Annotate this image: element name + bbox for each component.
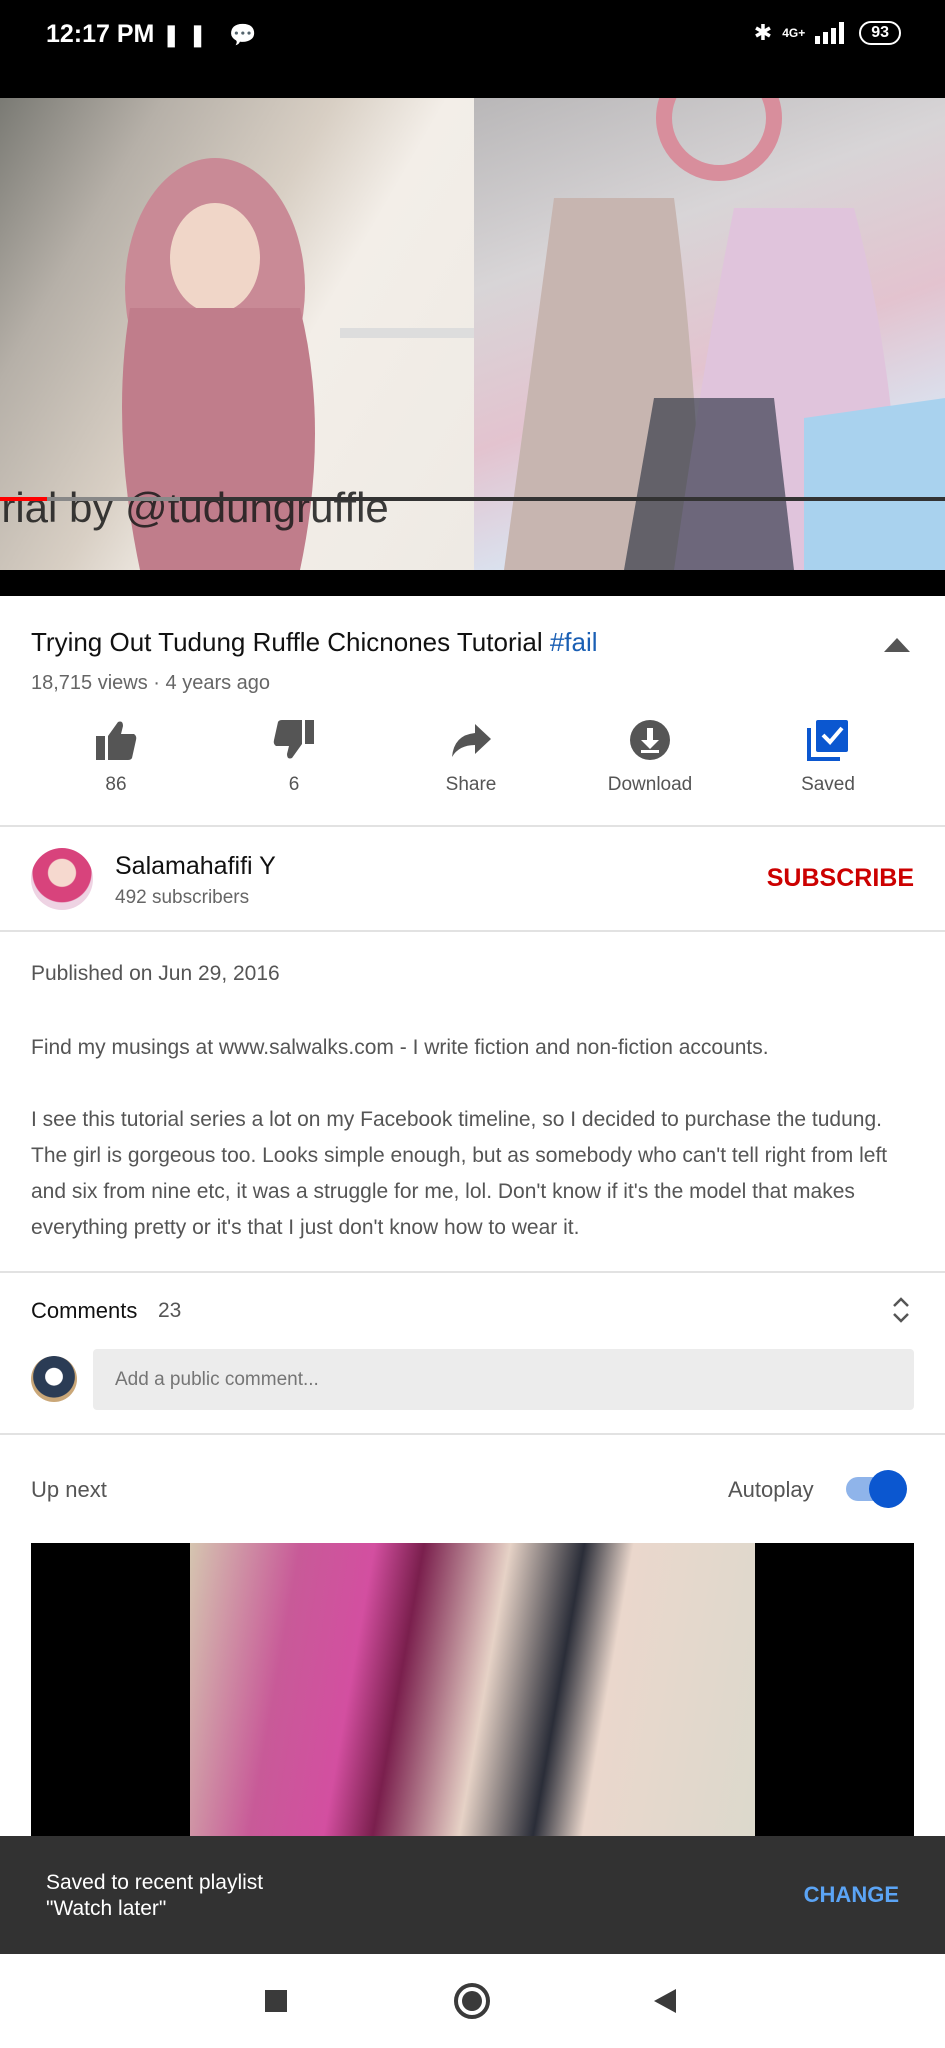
- video-title-text: Trying Out Tudung Ruffle Chicnones Tutor…: [31, 627, 543, 657]
- autoplay-label: Autoplay: [728, 1477, 814, 1502]
- status-bar: 12:17 PM ❚❚ 💬 ✱ 4G+ 93: [0, 0, 945, 98]
- description-paragraph-2: I see this tutorial series a lot on my F…: [31, 1108, 888, 1239]
- status-right-icons: ✱ 4G+ 93: [754, 20, 901, 46]
- subscriber-count: 492 subscribers: [115, 887, 250, 908]
- video-title: Trying Out Tudung Ruffle Chicnones Tutor…: [31, 624, 891, 660]
- channel-avatar[interactable]: [31, 848, 93, 910]
- divider: [0, 1271, 945, 1273]
- published-date: Published on Jun 29, 2016: [31, 962, 280, 985]
- signal-icon: [815, 22, 845, 44]
- chat-icon: 💬: [229, 22, 265, 47]
- up-next-thumbnail-image: [190, 1543, 755, 1836]
- description-paragraph-1: Find my musings at www.salwalks.com - I …: [31, 1036, 769, 1059]
- saved-playlist-icon: [807, 720, 848, 761]
- pause-icon: ❚❚: [162, 22, 215, 47]
- video-progress-fill: [0, 497, 48, 501]
- comments-count: 23: [158, 1299, 182, 1322]
- status-time: 12:17 PM: [46, 20, 155, 48]
- dislike-count: 6: [288, 774, 300, 795]
- autoplay-toggle-knob[interactable]: [869, 1470, 907, 1508]
- channel-name[interactable]: Salamahafifi Y: [115, 852, 276, 881]
- saved-label: Saved: [801, 774, 855, 795]
- action-bar: 86 6 Share Download Saved: [0, 718, 945, 808]
- divider: [0, 825, 945, 827]
- recents-icon[interactable]: [265, 1990, 287, 2012]
- subscribe-button[interactable]: SUBSCRIBE: [767, 864, 914, 893]
- share-label: Share: [445, 774, 497, 795]
- download-icon: [630, 720, 670, 760]
- like-button[interactable]: 86: [56, 718, 176, 796]
- snackbar-change-button[interactable]: CHANGE: [804, 1882, 899, 1908]
- view-count: 18,715 views · 4 years ago: [31, 672, 271, 694]
- expand-comments-icon[interactable]: [892, 1295, 910, 1325]
- saved-button[interactable]: Saved: [768, 718, 888, 796]
- thumbs-up-icon: [96, 721, 137, 760]
- hashtag-link[interactable]: #fail: [550, 627, 598, 657]
- network-type: 4G+: [782, 26, 806, 40]
- thumbs-down-icon: [273, 720, 314, 759]
- share-button[interactable]: Share: [411, 718, 531, 796]
- home-icon-dot[interactable]: [462, 1991, 482, 2011]
- collapse-icon[interactable]: [884, 638, 910, 652]
- dislike-button[interactable]: 6: [234, 718, 354, 796]
- share-icon: [452, 724, 491, 757]
- divider: [0, 1433, 945, 1435]
- download-button[interactable]: Download: [590, 718, 710, 796]
- divider: [0, 930, 945, 932]
- snackbar-message: Saved to recent playlist "Watch later": [46, 1871, 264, 1920]
- battery-icon: 93: [859, 21, 901, 45]
- video-caption-overlay: orial by @tudungruffle: [0, 484, 389, 531]
- comments-label[interactable]: Comments: [31, 1298, 137, 1324]
- up-next-label: Up next: [31, 1477, 107, 1502]
- user-avatar: [31, 1356, 77, 1402]
- back-icon[interactable]: [654, 1989, 676, 2013]
- comment-input[interactable]: [93, 1349, 914, 1410]
- video-player[interactable]: orial by @tudungruffle: [0, 98, 945, 596]
- status-left-icons: ❚❚ 💬: [162, 22, 264, 48]
- bluetooth-icon: ✱: [753, 20, 773, 45]
- download-label: Download: [607, 774, 693, 795]
- like-count: 86: [105, 774, 127, 795]
- up-next-thumbnail[interactable]: [31, 1543, 914, 1836]
